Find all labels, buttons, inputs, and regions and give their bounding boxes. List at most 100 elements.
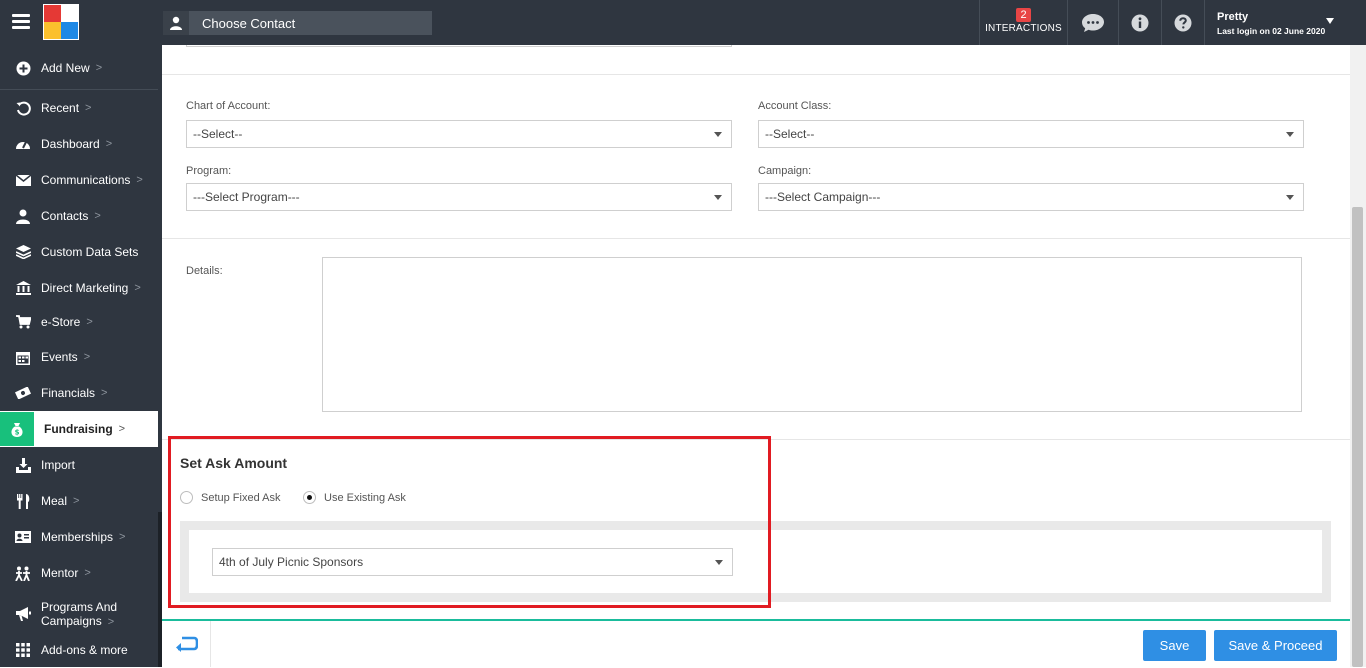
sidebar-item-direct-marketing[interactable]: Direct Marketing > bbox=[0, 270, 158, 306]
user-menu[interactable]: Pretty Last login on 02 June 2020 bbox=[1217, 11, 1325, 36]
chevron-right-icon: > bbox=[136, 174, 143, 186]
sidebar-item-label: Events bbox=[41, 350, 78, 364]
info-icon[interactable] bbox=[1119, 0, 1161, 45]
sidebar-item-label: Memberships bbox=[41, 530, 114, 544]
sidebar-item-label: Import bbox=[41, 458, 76, 472]
chevron-right-icon: > bbox=[101, 387, 108, 399]
program-value: ---Select Program--- bbox=[193, 190, 300, 204]
sidebar-item-dashboard[interactable]: Dashboard > bbox=[0, 126, 158, 162]
sidebar-item-import[interactable]: Import bbox=[0, 447, 158, 483]
dashboard-icon bbox=[14, 135, 32, 153]
sidebar-item-financials[interactable]: Financials > bbox=[0, 375, 158, 411]
grid-icon bbox=[14, 641, 32, 659]
chevron-right-icon: > bbox=[73, 495, 80, 507]
chevron-right-icon: > bbox=[86, 316, 93, 328]
chevron-down-icon bbox=[1286, 195, 1294, 200]
chevron-down-icon bbox=[1286, 132, 1294, 137]
layers-icon bbox=[14, 243, 32, 261]
plus-circle-icon bbox=[14, 59, 32, 77]
user-icon bbox=[14, 207, 32, 225]
page-scrollbar[interactable] bbox=[1350, 45, 1366, 667]
account-class-label: Account Class: bbox=[758, 100, 832, 112]
section-divider bbox=[162, 238, 1350, 239]
user-name: Pretty bbox=[1217, 11, 1249, 23]
chevron-down-icon bbox=[714, 195, 722, 200]
chart-of-account-select[interactable]: --Select-- bbox=[186, 120, 732, 148]
envelope-icon bbox=[14, 171, 32, 189]
sidebar-item-add-ons[interactable]: Add-ons & more bbox=[0, 632, 158, 668]
help-icon[interactable] bbox=[1162, 0, 1204, 45]
app-logo[interactable] bbox=[43, 4, 79, 40]
chart-of-account-label: Chart of Account: bbox=[186, 100, 271, 112]
sidebar-item-label: Mentor bbox=[41, 566, 79, 580]
interactions-count-badge: 2 bbox=[1016, 8, 1031, 22]
sidebar-item-label: Custom Data Sets bbox=[41, 245, 139, 259]
sidebar-item-events[interactable]: Events > bbox=[0, 339, 158, 375]
interactions-button[interactable]: 2 INTERACTIONS bbox=[980, 0, 1067, 45]
mentor-icon bbox=[14, 564, 32, 582]
program-label: Program: bbox=[186, 165, 232, 177]
bank-icon bbox=[14, 279, 32, 297]
sidebar-item-recent[interactable]: Recent > bbox=[0, 90, 158, 126]
menu-icon[interactable] bbox=[12, 14, 30, 30]
import-icon bbox=[14, 456, 32, 474]
megaphone-icon bbox=[14, 605, 32, 623]
sidebar-item-label: Contacts bbox=[41, 209, 89, 223]
campaign-label: Campaign: bbox=[758, 165, 812, 177]
chevron-down-icon bbox=[714, 132, 722, 137]
last-login-text: Last login on 02 June 2020 bbox=[1217, 26, 1326, 36]
chevron-right-icon: > bbox=[85, 102, 92, 114]
sidebar-item-label: Campaigns bbox=[41, 613, 102, 628]
return-icon bbox=[176, 636, 198, 652]
cutlery-icon bbox=[14, 492, 32, 510]
program-select[interactable]: ---Select Program--- bbox=[186, 183, 732, 211]
sidebar-item-label: Financials bbox=[41, 386, 96, 400]
sidebar-item-label: Recent bbox=[41, 101, 80, 115]
save-button[interactable]: Save bbox=[1143, 630, 1206, 661]
sidebar-item-label: Programs And bbox=[41, 599, 118, 614]
sidebar-item-label: Meal bbox=[41, 494, 68, 508]
sidebar-item-label: e-Store bbox=[41, 315, 81, 329]
user-menu-caret-icon[interactable] bbox=[1326, 18, 1334, 24]
calendar-icon bbox=[14, 348, 32, 366]
account-class-value: --Select-- bbox=[765, 127, 815, 141]
choose-contact-field[interactable]: Choose Contact bbox=[163, 11, 432, 35]
top-header: Choose Contact 2 INTERACTIONS Pretty Las… bbox=[0, 0, 1366, 45]
scrollbar-thumb[interactable] bbox=[1352, 207, 1363, 667]
back-button[interactable] bbox=[162, 621, 211, 667]
svg-text:$: $ bbox=[15, 428, 20, 436]
chevron-right-icon: > bbox=[83, 351, 91, 363]
sidebar-item-meal[interactable]: Meal > bbox=[0, 483, 158, 519]
details-textarea[interactable] bbox=[322, 257, 1302, 412]
sidebar-item-label: Add New bbox=[41, 61, 90, 75]
sidebar-item-memberships[interactable]: Memberships > bbox=[0, 519, 158, 555]
sidebar-item-label-group: Programs And Campaigns > bbox=[41, 600, 117, 629]
sidebar-item-add-new[interactable]: Add New > bbox=[0, 50, 158, 86]
save-and-proceed-button[interactable]: Save & Proceed bbox=[1214, 630, 1337, 661]
sidebar-item-communications[interactable]: Communications > bbox=[0, 162, 158, 198]
campaign-select[interactable]: ---Select Campaign--- bbox=[758, 183, 1304, 211]
chevron-right-icon: > bbox=[134, 282, 141, 294]
id-card-icon bbox=[14, 528, 32, 546]
history-icon bbox=[14, 99, 32, 117]
money-icon bbox=[14, 384, 32, 402]
sidebar-item-custom-data-sets[interactable]: Custom Data Sets bbox=[0, 234, 158, 270]
header-divider bbox=[1204, 0, 1205, 45]
sidebar-item-contacts[interactable]: Contacts > bbox=[0, 198, 158, 234]
sidebar-item-fundraising[interactable]: $ Fundraising > bbox=[0, 411, 158, 447]
sidebar-item-label: Dashboard bbox=[41, 137, 100, 151]
details-label: Details: bbox=[186, 265, 223, 277]
chevron-right-icon: > bbox=[95, 62, 103, 74]
chevron-right-icon: > bbox=[84, 567, 91, 579]
sidebar-item-e-store[interactable]: e-Store > bbox=[0, 304, 158, 340]
chevron-right-icon: > bbox=[107, 615, 115, 628]
sidebar-item-mentor[interactable]: Mentor > bbox=[0, 555, 158, 591]
money-bag-icon: $ bbox=[0, 412, 34, 446]
scrolled-field-edge bbox=[186, 45, 732, 47]
chevron-right-icon: > bbox=[94, 210, 101, 222]
chat-icon[interactable] bbox=[1068, 0, 1118, 45]
account-class-select[interactable]: --Select-- bbox=[758, 120, 1304, 148]
sidebar-item-programs-and-campaigns[interactable]: Programs And Campaigns > bbox=[0, 594, 158, 634]
chevron-right-icon: > bbox=[105, 138, 113, 150]
sidebar-item-label: Add-ons & more bbox=[41, 643, 128, 657]
